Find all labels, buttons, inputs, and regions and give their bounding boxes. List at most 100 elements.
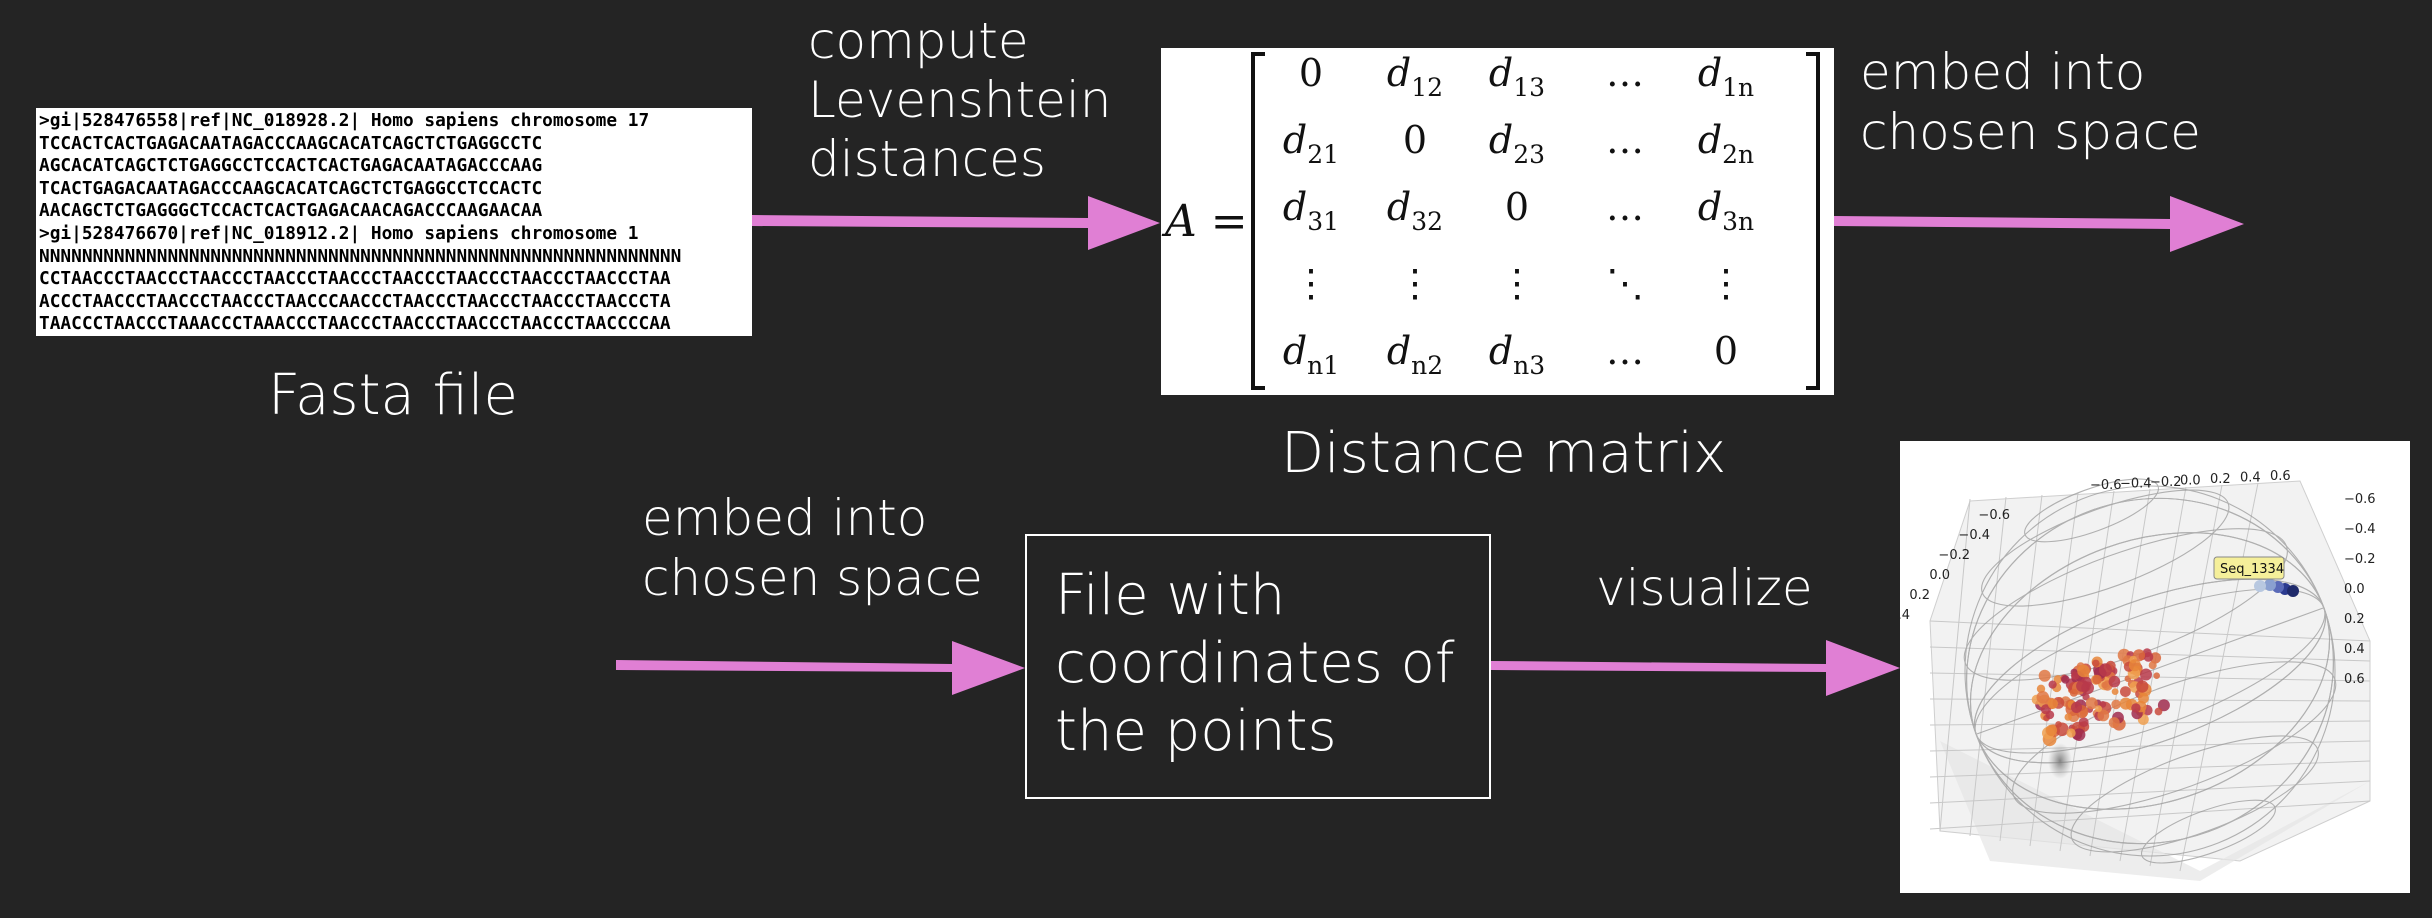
- tick-label: 0.0: [1929, 568, 1950, 583]
- tick-label: 0.4: [2240, 471, 2261, 486]
- scatter-point: [2254, 580, 2266, 592]
- fasta-file-preview: >gi|528476558|ref|NC_018928.2| Homo sapi…: [36, 108, 752, 336]
- scatter-point: [2287, 585, 2299, 597]
- matrix-cell: 0: [1505, 185, 1529, 229]
- matrix-cell: dn2: [1387, 329, 1443, 380]
- scatter-point: [2095, 705, 2102, 713]
- coordinates-file-box: File with coordinates of the points: [1025, 534, 1491, 799]
- tick-label: −0.2: [2150, 475, 2182, 490]
- scatter-point: [2070, 701, 2083, 713]
- tick-label: −0.2: [2344, 552, 2376, 567]
- scatter-point: [2108, 717, 2120, 729]
- shadow-spot: [2048, 743, 2072, 779]
- tick-label: −0.4: [2344, 522, 2376, 537]
- matrix-cell: 0: [1403, 118, 1427, 162]
- scatter-point: [2111, 688, 2119, 695]
- file-box-line: coordinates of: [1055, 631, 1455, 696]
- scatter-point: [2148, 661, 2157, 670]
- scatter-point: [2108, 675, 2121, 688]
- tick-label: −0.4: [1958, 528, 1990, 543]
- scatter-point: [2076, 680, 2088, 692]
- scatter-point: [2098, 663, 2112, 677]
- matrix-cell: ⋮: [1396, 261, 1434, 305]
- tick-label: 0.2: [2344, 612, 2365, 627]
- matrix-cell: …: [1606, 118, 1644, 162]
- scatter-point: [2131, 703, 2141, 713]
- scatter-point: [2153, 672, 2160, 679]
- embed-label-line: embed into: [1860, 43, 2146, 101]
- matrix-cell: d13: [1489, 51, 1545, 102]
- matrix-cell: d1n: [1698, 51, 1754, 102]
- fasta-line: CCTAACCCTAACCCTAACCCTAACCCTAACCCTAACCCTA…: [39, 268, 671, 290]
- visualize-label: visualize: [1596, 559, 1813, 617]
- tick-label: −0.6: [2344, 492, 2376, 507]
- file-box-line: the points: [1055, 699, 1337, 764]
- scatter-point: [2092, 659, 2100, 667]
- tick-label: 0.4: [1900, 608, 1910, 623]
- embed-label-line: chosen space: [1860, 103, 2201, 161]
- scatter-point: [2136, 680, 2149, 693]
- 3d-scatter-plot: Seq_1334 −0.6 −0.4 −0.2 0.0 0.2 0.4 0.6 −0.6 −0.…: [1900, 441, 2410, 893]
- compute-label-line: compute: [808, 12, 1029, 70]
- file-box-line: File with: [1055, 563, 1286, 628]
- embed-label-line: chosen space: [642, 549, 983, 607]
- 3d-sphere-plot: Seq_1334 −0.6−0.4−0.20.0 0.2 0.4 0.6−0.6−0.…: [1900, 469, 2376, 881]
- matrix-cell: …: [1606, 329, 1644, 373]
- scatter-point: [2038, 669, 2051, 682]
- tick-label: 0.6: [2344, 672, 2365, 687]
- scatter-point: [2143, 652, 2154, 662]
- tick-label: −0.4: [2120, 477, 2152, 492]
- tick-label: 0.2: [1909, 588, 1930, 603]
- tooltip-label: Seq_1334: [2220, 562, 2284, 577]
- tick-label: 0.6: [2270, 469, 2291, 484]
- scatter-point: [2128, 659, 2141, 672]
- distance-matrix: A = 0 d12 d13 … d1n d21 0 d23 … d2n d31 d32 0 … d3n ⋮ ⋮ ⋮…: [1161, 51, 1820, 390]
- matrix-cell: d23: [1489, 118, 1545, 169]
- tick-label: −0.6: [2090, 478, 2122, 493]
- tick-label: 0.0: [2344, 582, 2365, 597]
- matrix-cell: d12: [1387, 51, 1443, 102]
- scatter-point: [2079, 717, 2089, 727]
- matrix-cell: d2n: [1698, 118, 1754, 169]
- scatter-point: [2045, 724, 2058, 736]
- scatter-point: [2047, 698, 2058, 709]
- fasta-caption: Fasta file: [268, 363, 518, 428]
- fasta-line: NNNNNNNNNNNNNNNNNNNNNNNNNNNNNNNNNNNNNNNN…: [39, 245, 682, 267]
- arrow-matrix-to-embed: [1834, 196, 2244, 252]
- matrix-cell: dn3: [1489, 329, 1545, 380]
- arrow-file-to-plot: [1491, 640, 1900, 696]
- tick-label: −0.2: [1938, 548, 1970, 563]
- matrix-cell: ⋱: [1606, 261, 1644, 305]
- tick-label: 0.0: [2180, 474, 2201, 489]
- arrow-embed-to-file: [616, 641, 1025, 695]
- tick-label: −0.6: [1978, 508, 2010, 523]
- matrix-cell: d3n: [1698, 185, 1754, 236]
- scatter-point: [2048, 680, 2057, 689]
- arrow-fasta-to-matrix: [752, 196, 1160, 250]
- file-box-text: File with coordinates of the points: [1055, 562, 1455, 766]
- scatter-point: [2066, 728, 2076, 738]
- fasta-line: ACCCTAACCCTAACCCTAACCCTAACCCAACCCTAACCCT…: [39, 290, 671, 312]
- scatter-point: [2069, 688, 2078, 697]
- scatter-point: [2045, 710, 2055, 720]
- tick-label: 0.2: [2210, 472, 2231, 487]
- fasta-line: AACAGCTCTGAGGGCTCCACTCACTGAGACAACAGACCCA…: [39, 200, 543, 222]
- tick-label: 0.4: [2344, 642, 2365, 657]
- fasta-line: >gi|528476558|ref|NC_018928.2| Homo sapi…: [39, 110, 650, 131]
- matrix-cell: ⋮: [1292, 261, 1330, 305]
- compute-label-line: distances: [808, 130, 1046, 188]
- matrix-cell: ⋮: [1707, 261, 1745, 305]
- matrix-cell: d32: [1387, 185, 1443, 236]
- fasta-line: >gi|528476670|ref|NC_018912.2| Homo sapi…: [39, 222, 639, 244]
- matrix-cell: dn1: [1283, 329, 1339, 380]
- embed-label-top: embed into chosen space: [1860, 42, 2201, 162]
- matrix-cell: 0: [1299, 51, 1323, 95]
- embed-label-bottom: embed into chosen space: [642, 488, 983, 608]
- matrix-caption: Distance matrix: [1281, 421, 1727, 486]
- matrix-cell: …: [1606, 51, 1644, 95]
- embed-label-line: embed into: [642, 489, 928, 547]
- distance-matrix-image: A = 0 d12 d13 … d1n d21 0 d23 … d2n d31 d32 0 … d3n ⋮ ⋮ ⋮…: [1161, 48, 1834, 395]
- matrix-cell: d21: [1283, 118, 1339, 169]
- scatter-point: [2064, 713, 2072, 721]
- compute-label: compute Levenshtein distances: [808, 12, 1111, 189]
